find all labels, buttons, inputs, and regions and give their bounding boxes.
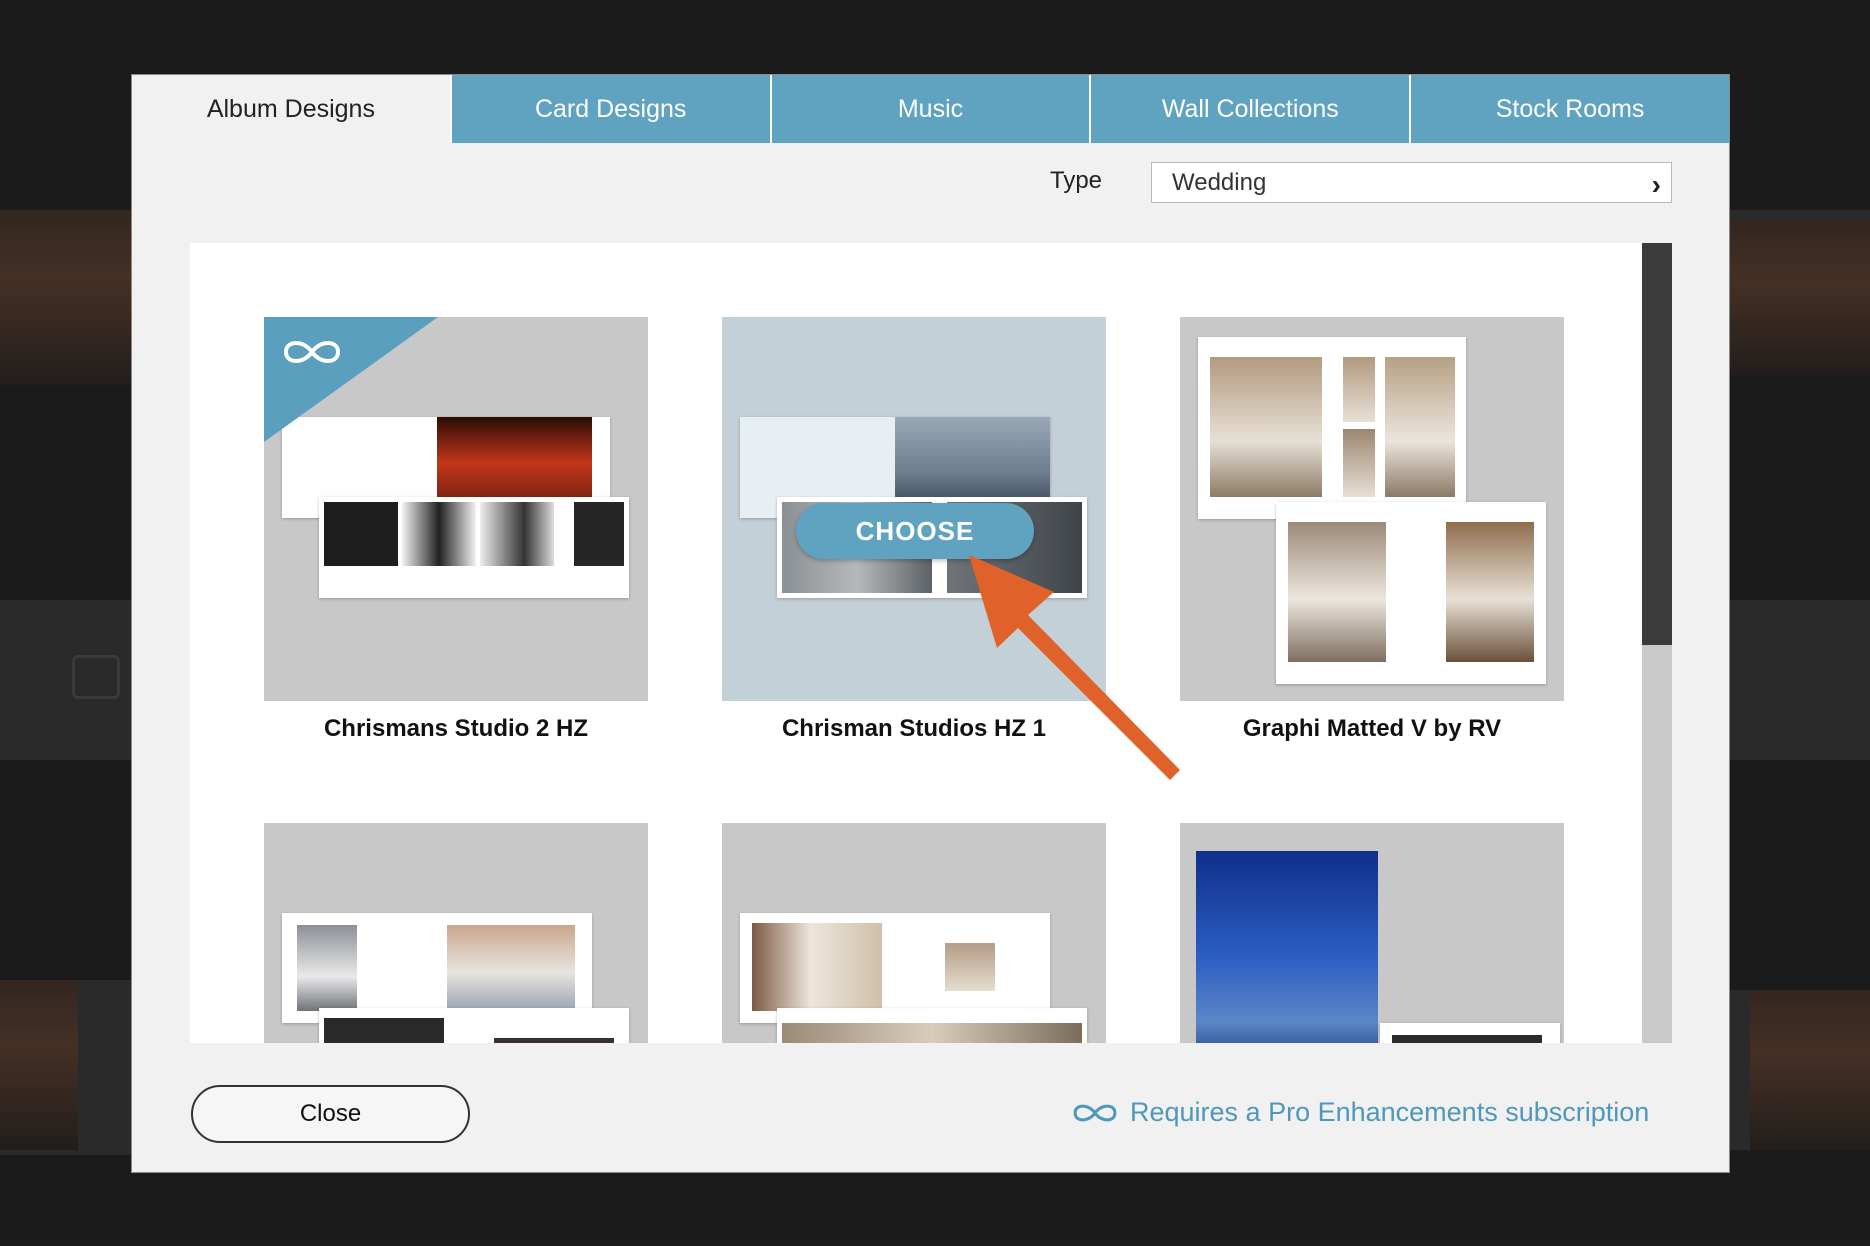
infinity-icon [283,341,341,363]
photo [297,925,357,1011]
photo [480,502,554,566]
photo [1446,522,1534,662]
album-spread [1380,1023,1560,1043]
album-spread [319,497,629,598]
tab-wall-collections[interactable]: Wall Collections [1089,75,1410,143]
design-thumbnail[interactable] [722,823,1106,1043]
photo [324,502,398,566]
design-card[interactable]: CHOOSE Chrisman Studios HZ 1 [722,317,1106,743]
photo [1343,357,1375,422]
pro-subscription-note[interactable]: Requires a Pro Enhancements subscription [1070,1097,1649,1128]
design-title: Chrisman Studios HZ 1 [781,715,1047,742]
close-button[interactable]: Close [191,1085,470,1143]
photo [324,1018,444,1043]
album-spread [1198,337,1466,519]
design-thumbnail[interactable] [264,317,648,701]
background-camera-icon [72,655,120,699]
photo [1288,522,1386,662]
type-select[interactable]: Wedding › [1151,162,1672,203]
photo [1210,357,1322,497]
choose-button[interactable]: CHOOSE [796,503,1034,559]
photo [752,923,882,1011]
design-picker-dialog: Album Designs Card Designs Music Wall Co… [131,74,1730,1173]
photo [1343,429,1375,497]
chevron-right-icon: › [1651,169,1661,200]
design-card[interactable] [264,823,648,1043]
pro-note-text: Requires a Pro Enhancements subscription [1130,1097,1650,1127]
photo [945,943,995,991]
tab-stock-rooms[interactable]: Stock Rooms [1409,75,1729,143]
photo [402,502,476,566]
design-card[interactable] [722,823,1106,1043]
design-thumbnail[interactable] [1180,823,1564,1043]
tab-album-designs[interactable]: Album Designs [132,75,450,143]
photo [574,502,624,566]
scrollbar-track[interactable] [1642,243,1672,1043]
background-photo [0,980,78,1150]
photo [782,1023,1082,1043]
photo [1385,357,1455,497]
album-spread [740,913,1050,1023]
album-spread [319,1008,629,1043]
design-grid[interactable]: Chrismans Studio 2 HZ CHOOSE Chrisman St… [190,243,1672,1043]
design-title: Graphi Matted V by RV [1242,715,1502,742]
type-label: Type [1050,167,1103,194]
design-card[interactable]: Graphi Matted V by RV [1180,317,1564,743]
design-thumbnail[interactable] [1180,317,1564,701]
infinity-icon [1073,1104,1117,1121]
background-row [1730,600,1870,760]
type-select-value: Wedding [1172,168,1267,196]
photo [1392,1035,1542,1043]
photo [1196,851,1378,1043]
scrollbar-thumb[interactable] [1642,243,1672,645]
tab-music[interactable]: Music [769,75,1090,143]
album-spread [1276,502,1546,684]
background-photo [1750,990,1870,1150]
design-thumbnail[interactable] [264,823,648,1043]
album-spread [282,913,592,1023]
background-photo [0,210,131,385]
design-thumbnail[interactable]: CHOOSE [722,317,1106,701]
photo [447,925,575,1011]
background-photo [1730,220,1870,375]
album-spread [777,1008,1087,1043]
tab-card-designs[interactable]: Card Designs [449,75,770,143]
design-card[interactable] [1180,823,1564,1043]
photo [494,1038,614,1043]
design-title: Chrismans Studio 2 HZ [323,715,589,742]
design-card[interactable]: Chrismans Studio 2 HZ [264,317,648,743]
tab-bar: Album Designs Card Designs Music Wall Co… [132,75,1729,143]
